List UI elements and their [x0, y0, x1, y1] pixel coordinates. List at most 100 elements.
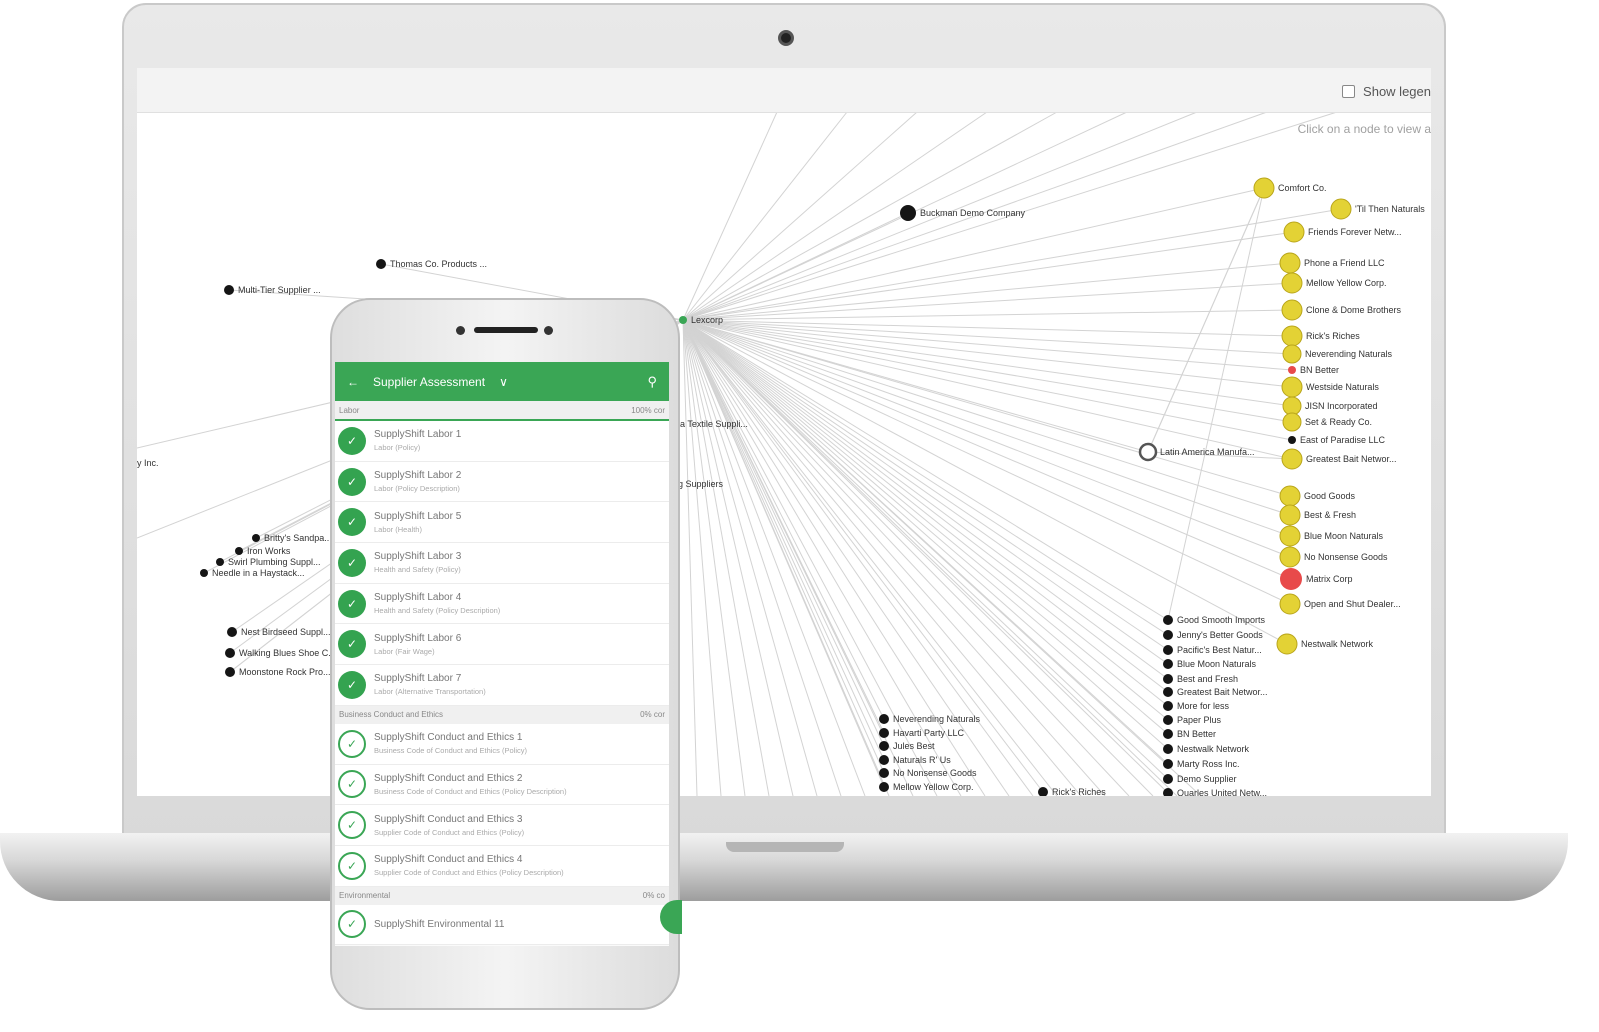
assessment-item[interactable]: ✓ SupplyShift Conduct and Ethics 1 Busines…: [335, 723, 669, 765]
graph-node[interactable]: [1281, 376, 1303, 398]
graph-node[interactable]: [1279, 485, 1301, 507]
graph-node[interactable]: [1163, 674, 1173, 684]
graph-node[interactable]: [225, 648, 235, 658]
item-subtitle: Labor (Policy): [374, 443, 421, 453]
graph-node[interactable]: [879, 714, 889, 724]
assessment-item[interactable]: ✓ SupplyShift Labor 7 Labor (Alternative T…: [335, 665, 669, 706]
graph-edge: [682, 319, 1291, 537]
checkmark-icon: ✓: [338, 426, 366, 455]
graph-edge: [682, 319, 1288, 645]
graph-edge: [682, 319, 1169, 750]
graph-node[interactable]: [1281, 448, 1303, 470]
graph-node[interactable]: [879, 755, 889, 765]
assessment-item[interactable]: ✓ SupplyShift Labor 3 Health and Safety (P…: [335, 543, 669, 584]
graph-node[interactable]: [1163, 715, 1173, 725]
item-text: SupplyShift Labor 1 Labor (Policy): [374, 429, 461, 452]
graph-node[interactable]: [1163, 659, 1173, 669]
mobile-screen: ← Supplier Assessment ∨ ⚲ Labor 100% cor ✓…: [335, 362, 669, 946]
graph-node-label: Pacific's Best Natur...: [1177, 645, 1262, 655]
graph-node[interactable]: [879, 782, 889, 792]
graph-node[interactable]: [1253, 177, 1275, 199]
assessment-item[interactable]: ✓ SupplyShift Labor 5 Labor (Health): [335, 502, 669, 544]
graph-node-label: Nestwalk Network: [1177, 744, 1250, 754]
graph-node[interactable]: [1038, 787, 1048, 796]
graph-node-label: a Textile Suppli...: [680, 419, 748, 429]
graph-node[interactable]: [1288, 366, 1296, 374]
assessment-item[interactable]: ✓ SupplyShift Conduct and Ethics 4 Supplie…: [335, 845, 669, 887]
graph-node[interactable]: [1282, 412, 1302, 432]
graph-node[interactable]: [1281, 272, 1303, 294]
assessment-item[interactable]: ✓ SupplyShift Labor 6 Labor (Fair Wage): [335, 624, 669, 666]
assessment-item[interactable]: ✓ SupplyShift Environmental 11: [335, 904, 669, 946]
graph-node[interactable]: [679, 316, 687, 324]
graph-edge: [682, 319, 1058, 796]
graph-node[interactable]: [200, 569, 208, 577]
assessment-item[interactable]: ✓ SupplyShift Conduct and Ethics 3 Supplie…: [335, 805, 669, 846]
graph-node[interactable]: [376, 259, 386, 269]
graph-edge: [682, 319, 1169, 721]
graph-node[interactable]: [879, 741, 889, 751]
graph-node[interactable]: [1163, 774, 1173, 784]
item-subtitle: Business Code of Conduct and Ethics (Pol…: [374, 786, 567, 796]
chevron-down-icon[interactable]: ∨: [499, 375, 508, 389]
graph-node[interactable]: [879, 768, 889, 778]
show-legend-toggle[interactable]: Show legen: [1342, 84, 1431, 99]
item-text: SupplyShift Conduct and Ethics 4 Supplier…: [374, 854, 564, 877]
assessment-list: Labor 100% cor ✓ SupplyShift Labor 1 Labor (…: [335, 401, 669, 946]
section-name: Business Conduct and Ethics: [339, 710, 444, 720]
graph-node[interactable]: [1281, 325, 1303, 347]
graph-node[interactable]: [1163, 615, 1173, 625]
item-title: SupplyShift Labor 7: [374, 673, 462, 685]
graph-node[interactable]: [1330, 198, 1352, 220]
graph-node[interactable]: [1282, 396, 1302, 416]
item-subtitle: Supplier Code of Conduct and Ethics (Pol…: [374, 868, 564, 878]
graph-node[interactable]: [227, 627, 237, 637]
graph-node[interactable]: [225, 667, 235, 677]
graph-node[interactable]: [1163, 701, 1173, 711]
assessment-item[interactable]: ✓ SupplyShift Conduct and Ethics 2 Busines…: [335, 764, 669, 806]
graph-node[interactable]: [1163, 687, 1173, 697]
graph-node[interactable]: [1163, 744, 1173, 754]
assessment-item[interactable]: ✓ SupplyShift Labor 2 Labor (Policy Descri…: [335, 461, 669, 503]
graph-node[interactable]: [1282, 344, 1302, 364]
graph-node[interactable]: [879, 728, 889, 738]
graph-node[interactable]: [1279, 546, 1301, 568]
legend-checkbox[interactable]: [1342, 85, 1356, 98]
graph-node-label: Buckman Demo Company: [920, 208, 1026, 218]
graph-node-label: y Inc.: [137, 458, 159, 468]
graph-node[interactable]: [1280, 568, 1302, 590]
graph-node[interactable]: [1279, 252, 1301, 274]
graph-node[interactable]: [1283, 221, 1305, 243]
front-camera-icon: [456, 326, 465, 335]
assessment-item[interactable]: ✓ SupplyShift Labor 1 Labor (Policy): [335, 421, 669, 462]
search-icon[interactable]: ⚲: [647, 374, 657, 390]
graph-node[interactable]: [235, 547, 243, 555]
graph-node-label: Walking Blues Shoe C...: [239, 648, 336, 658]
graph-node[interactable]: [1281, 299, 1303, 321]
graph-node[interactable]: [252, 534, 260, 542]
graph-edge: [682, 319, 962, 796]
legend-label: Show legen: [1363, 84, 1431, 99]
graph-node[interactable]: [1279, 593, 1301, 615]
graph-node[interactable]: [1276, 633, 1298, 655]
graph-node[interactable]: [224, 285, 234, 295]
item-subtitle: Health and Safety (Policy Description): [374, 606, 501, 616]
graph-node[interactable]: [900, 205, 916, 221]
graph-node[interactable]: [1138, 442, 1158, 462]
item-text: SupplyShift Conduct and Ethics 1 Business…: [374, 732, 527, 755]
graph-node-label: Thomas Co. Products ...: [390, 259, 487, 269]
sensor-dot: [544, 326, 553, 335]
graph-node[interactable]: [1163, 630, 1173, 640]
section-name: Environmental: [339, 891, 391, 901]
assessment-item[interactable]: ✓ SupplyShift Labor 4 Health and Safety (P…: [335, 583, 669, 625]
graph-node[interactable]: [1163, 729, 1173, 739]
section-name: Labor: [339, 405, 360, 415]
graph-node[interactable]: [1163, 645, 1173, 655]
graph-edge: [682, 319, 842, 796]
graph-node[interactable]: [1279, 525, 1301, 547]
graph-node[interactable]: [1279, 504, 1301, 526]
graph-node[interactable]: [1288, 436, 1296, 444]
arrow-left-icon[interactable]: ←: [347, 375, 359, 389]
graph-node[interactable]: [216, 558, 224, 566]
graph-node[interactable]: [1163, 759, 1173, 769]
